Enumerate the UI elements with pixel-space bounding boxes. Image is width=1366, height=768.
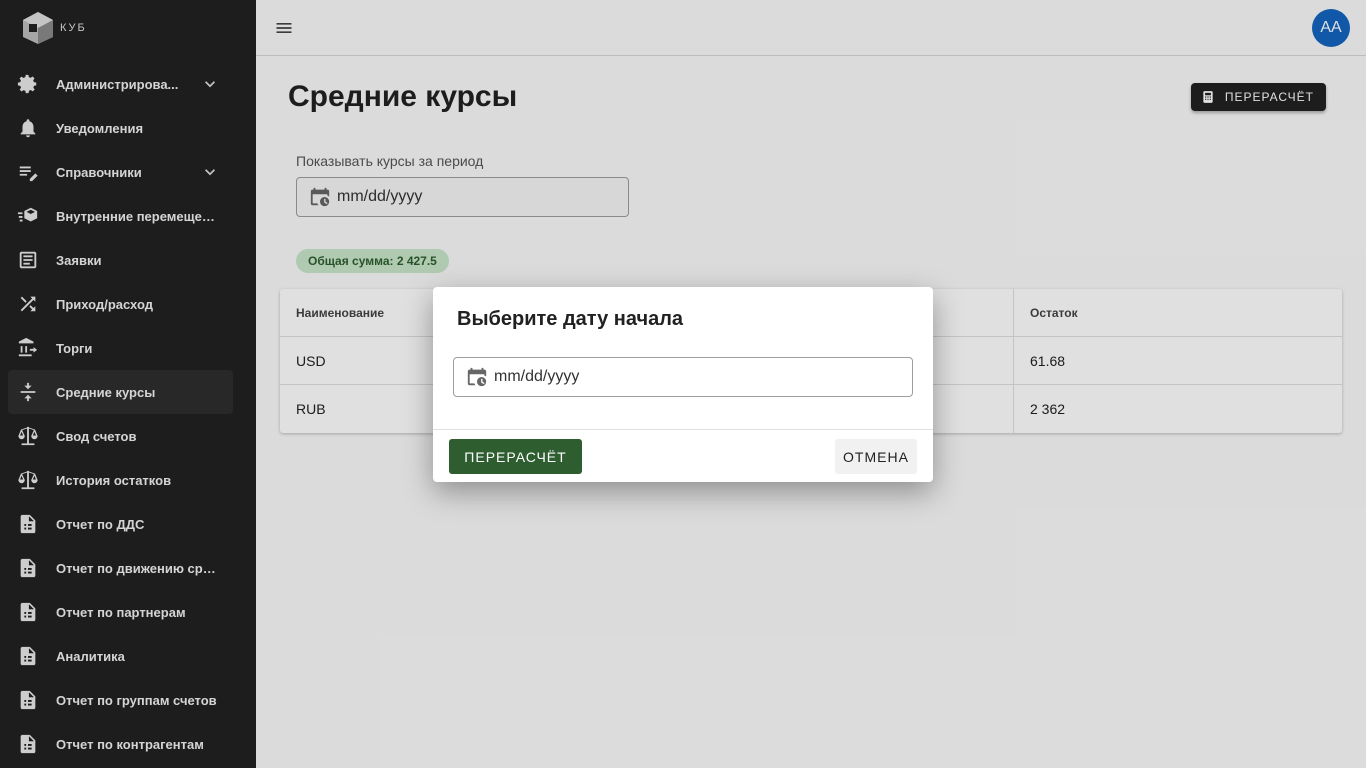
dialog-title: Выберите дату начала <box>457 308 684 330</box>
calendar-clock-icon <box>467 367 487 387</box>
start-date-placeholder: mm/dd/yyyy <box>494 368 580 385</box>
dialog-recalculate-button[interactable]: ПЕРЕРАСЧЁТ <box>449 439 582 474</box>
start-date-input[interactable]: mm/dd/yyyy <box>453 357 913 397</box>
start-date-dialog: Выберите дату начала mm/dd/yyyy ПЕРЕРАСЧ… <box>433 287 933 482</box>
dialog-divider <box>433 429 933 430</box>
dialog-cancel-button[interactable]: ОТМЕНА <box>835 439 917 474</box>
